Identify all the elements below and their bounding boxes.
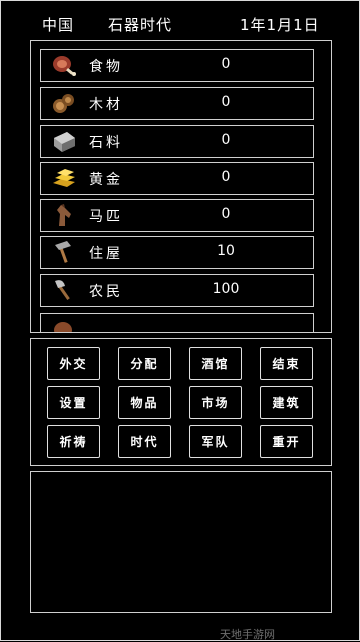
meat-icon (53, 56, 76, 76)
resource-value: 0 (221, 206, 231, 222)
resource-row-partial (40, 313, 314, 332)
tavern-button[interactable]: 酒馆 (189, 347, 242, 380)
status-bar: 中国 石器时代 1年1月1日 (0, 10, 360, 38)
army-button[interactable]: 军队 (189, 425, 242, 458)
resource-value: 100 (212, 281, 240, 297)
resource-name: 农民 (89, 284, 123, 300)
horse-icon (57, 204, 71, 226)
hammer-icon (55, 241, 71, 263)
settings-button[interactable]: 设置 (47, 386, 100, 419)
resource-value: 0 (221, 132, 231, 148)
message-log (30, 471, 332, 613)
resource-row-horse: 马匹 0 (40, 199, 314, 232)
resource-name: 石料 (89, 135, 123, 151)
axe-icon (55, 280, 70, 300)
resource-name: 住屋 (89, 246, 123, 262)
era-button[interactable]: 时代 (118, 425, 171, 458)
restart-button[interactable]: 重开 (260, 425, 313, 458)
date-label: 1年1月1日 (240, 16, 320, 34)
wood-icon (53, 94, 74, 113)
building-button[interactable]: 建筑 (260, 386, 313, 419)
resource-value: 0 (221, 169, 231, 185)
action-panel: 外交 分配 酒馆 结束 设置 物品 市场 建筑 祈祷 时代 军队 重开 (30, 338, 332, 466)
market-button[interactable]: 市场 (189, 386, 242, 419)
resource-list[interactable]: 食物 0 木材 0 石料 0 黄金 0 马匹 0 住屋 10 农民 100 (30, 40, 332, 333)
resource-value: 0 (221, 56, 231, 72)
resource-row-gold: 黄金 0 (40, 162, 314, 195)
resource-name: 黄金 (89, 172, 123, 188)
country-label: 中国 (42, 16, 75, 34)
era-label: 石器时代 (108, 16, 173, 34)
resource-value: 10 (217, 243, 235, 259)
pray-button[interactable]: 祈祷 (47, 425, 100, 458)
resource-name: 食物 (89, 59, 123, 75)
stone-icon (54, 132, 75, 152)
resource-value: 0 (221, 94, 231, 110)
gold-icon (53, 169, 75, 187)
allocate-button[interactable]: 分配 (118, 347, 171, 380)
partial-icon (54, 322, 72, 332)
resource-row-peasant: 农民 100 (40, 274, 314, 307)
items-button[interactable]: 物品 (118, 386, 171, 419)
resource-name: 木材 (89, 97, 123, 113)
watermark: 天地手游网 (220, 628, 275, 641)
resource-row-wood: 木材 0 (40, 87, 314, 120)
end-turn-button[interactable]: 结束 (260, 347, 313, 380)
diplomacy-button[interactable]: 外交 (47, 347, 100, 380)
resource-row-food: 食物 0 (40, 49, 314, 82)
resource-name: 马匹 (89, 209, 123, 225)
resource-row-stone: 石料 0 (40, 125, 314, 158)
resource-row-house: 住屋 10 (40, 236, 314, 269)
